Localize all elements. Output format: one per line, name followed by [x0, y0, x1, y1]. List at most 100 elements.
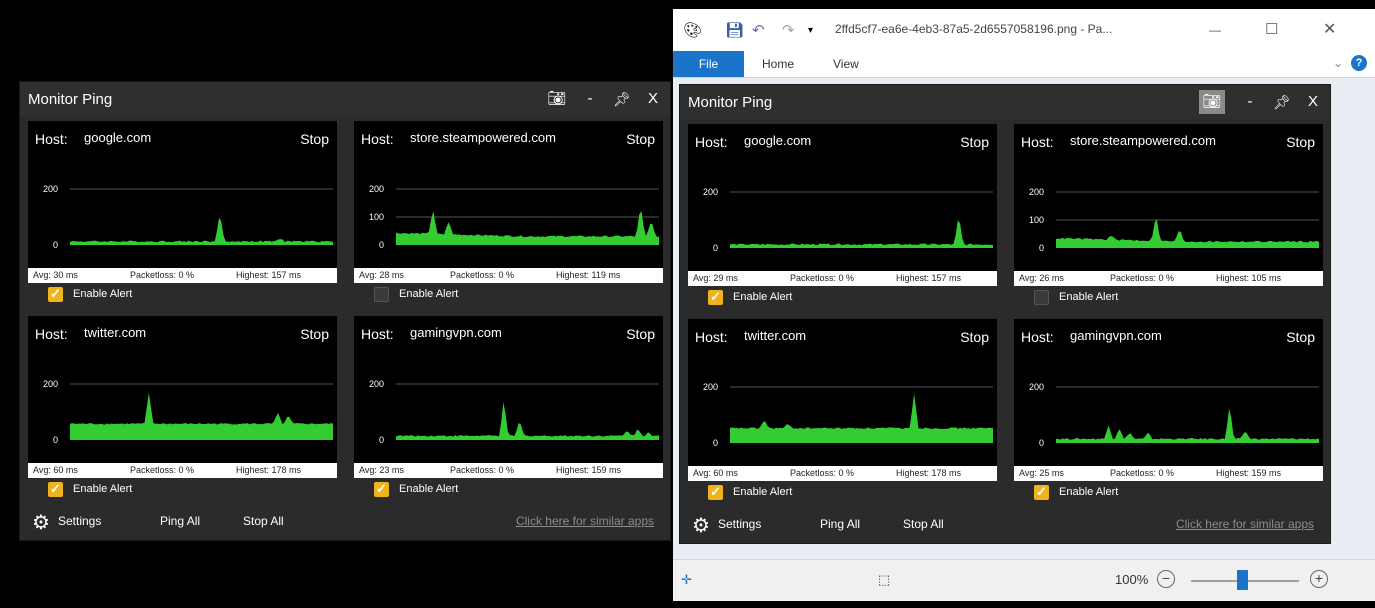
minimize-button[interactable]: - [582, 87, 598, 111]
stop-button[interactable]: Stop [626, 131, 655, 147]
stop-button[interactable]: Stop [300, 131, 329, 147]
pin-icon[interactable]: 📌︎ [1273, 90, 1291, 114]
ping-graph: 200 0 Host: twitter.com Stop [28, 316, 337, 463]
ping-panel: 200 0 Host: twitter.com Stop Avg: 60 ms P… [688, 319, 997, 513]
avg-value: Avg: 30 ms [33, 270, 78, 280]
enable-alert-label: Enable Alert [73, 483, 133, 495]
zoom-out-button[interactable]: − [1157, 570, 1175, 588]
axis-tick-label: 0 [53, 240, 58, 250]
tab-home[interactable]: Home [762, 57, 794, 71]
stop-button[interactable]: Stop [1286, 329, 1315, 345]
zoom-in-button[interactable]: + [1310, 570, 1328, 588]
enable-alert-label: Enable Alert [733, 486, 793, 498]
axis-tick-label: 0 [53, 435, 58, 445]
ping-graph: 200 100 0 Host: store.steampowered.com Sto… [354, 121, 663, 268]
enable-alert-checkbox[interactable] [1034, 290, 1049, 305]
host-label: Host: [361, 131, 394, 147]
minimize-button[interactable]: — [1209, 23, 1221, 37]
window-title: 2ffd5cf7-ea6e-4eb3-87a5-2d6557058196.png… [835, 22, 1113, 36]
zoom-level: 100% [1115, 572, 1149, 587]
axis-tick-label: 100 [1029, 215, 1044, 225]
paint-app-icon[interactable]: 🎨︎ [683, 21, 702, 39]
enable-alert-checkbox[interactable] [708, 289, 723, 305]
close-button[interactable]: X [645, 87, 661, 111]
axis-tick-label: 200 [43, 379, 58, 389]
paint-window: 🎨︎ 💾︎ ↶ ↷ ▾ 2ffd5cf7-ea6e-4eb3-87a5-2d65… [673, 9, 1375, 601]
ping-series-area [1056, 219, 1319, 248]
enable-alert-label: Enable Alert [1059, 486, 1119, 498]
enable-alert-checkbox[interactable] [374, 481, 389, 497]
highest-value: Highest: 157 ms [236, 270, 302, 280]
enable-alert-checkbox[interactable] [48, 286, 63, 302]
enable-alert-checkbox[interactable] [374, 287, 389, 302]
packetloss-value: Packetloss: 0 % [450, 270, 515, 280]
highest-value: Highest: 157 ms [896, 273, 962, 283]
enable-alert-checkbox[interactable] [1034, 484, 1049, 500]
ping-graph-plot: 2000 [369, 379, 659, 445]
minimize-button[interactable]: - [1242, 90, 1258, 114]
enable-alert-checkbox[interactable] [48, 481, 63, 497]
monitor-ping-window: Monitor Ping 📷︎ - 📌︎ X 200 0 Host: google… [19, 81, 671, 541]
packetloss-value: Packetloss: 0 % [1110, 273, 1175, 283]
axis-tick-label: 100 [369, 212, 384, 222]
packetloss-value: Packetloss: 0 % [450, 465, 515, 475]
avg-value: Avg: 25 ms [1019, 468, 1064, 478]
host-label: Host: [361, 326, 394, 342]
undo-icon[interactable]: ↶ [752, 21, 765, 39]
host-label: Host: [695, 329, 728, 345]
maximize-button[interactable]: ☐ [1265, 20, 1278, 38]
close-button[interactable]: ✕ [1323, 19, 1336, 39]
ping-all-button[interactable]: Ping All [820, 517, 860, 531]
host-label: Host: [35, 326, 68, 342]
similar-apps-link[interactable]: Click here for similar apps [516, 514, 654, 528]
stats-bar: Avg: 29 ms Packetloss: 0 % Highest: 157 … [688, 271, 997, 286]
close-button[interactable]: X [1305, 90, 1321, 114]
similar-apps-link[interactable]: Click here for similar apps [1176, 517, 1314, 531]
gear-icon[interactable]: ⚙ [692, 513, 710, 538]
avg-value: Avg: 29 ms [693, 273, 738, 283]
bottom-bar: ⚙ Settings Ping All Stop All Click here … [20, 502, 670, 540]
enable-alert-checkbox[interactable] [708, 484, 723, 500]
stats-bar: Avg: 60 ms Packetloss: 0 % Highest: 178 … [688, 466, 997, 481]
stop-button[interactable]: Stop [960, 329, 989, 345]
settings-button[interactable]: Settings [58, 514, 101, 528]
tab-file[interactable]: File [673, 51, 744, 77]
enable-alert-label: Enable Alert [399, 483, 459, 495]
axis-tick-label: 0 [379, 240, 384, 250]
stop-button[interactable]: Stop [300, 326, 329, 342]
save-icon[interactable]: 💾︎ [725, 21, 744, 39]
monitor-ping-window: Monitor Ping 📷︎ - 📌︎ X 200 0 Host: google… [679, 84, 1331, 544]
ping-panel: 200 0 Host: twitter.com Stop Avg: 60 ms P… [28, 316, 337, 510]
camera-icon[interactable]: 📷︎ [544, 87, 570, 111]
ping-panel: 200 100 0 Host: store.steampowered.com Sto… [354, 121, 663, 315]
help-icon[interactable]: ? [1351, 55, 1367, 71]
move-cursor-icon: ✛ [681, 572, 692, 587]
camera-icon[interactable]: 📷︎ [1199, 90, 1225, 114]
redo-icon[interactable]: ↷ [782, 21, 795, 39]
stop-all-button[interactable]: Stop All [903, 517, 944, 531]
ping-graph: 200 0 Host: gamingvpn.com Stop [1014, 319, 1323, 466]
axis-tick-label: 200 [703, 187, 718, 197]
enable-alert-label: Enable Alert [1059, 291, 1119, 303]
host-label: Host: [695, 134, 728, 150]
ping-all-button[interactable]: Ping All [160, 514, 200, 528]
ping-panel: 200 100 0 Host: store.steampowered.com Sto… [1014, 124, 1323, 318]
window-title: Monitor Ping [28, 91, 113, 108]
stop-all-button[interactable]: Stop All [243, 514, 284, 528]
settings-button[interactable]: Settings [718, 517, 761, 531]
packetloss-value: Packetloss: 0 % [790, 468, 855, 478]
chevron-down-icon[interactable]: ⌄ [1333, 56, 1343, 70]
window-title: Monitor Ping [688, 94, 773, 111]
gear-icon[interactable]: ⚙ [32, 510, 50, 535]
zoom-slider-thumb[interactable] [1237, 570, 1248, 590]
ping-series-area [70, 217, 333, 245]
stop-button[interactable]: Stop [626, 326, 655, 342]
customize-dropdown-icon[interactable]: ▾ [808, 25, 813, 36]
host-name: gamingvpn.com [410, 325, 502, 340]
tab-view[interactable]: View [833, 57, 859, 71]
pin-icon[interactable]: 📌︎ [613, 87, 631, 111]
stop-button[interactable]: Stop [960, 134, 989, 150]
ping-graph: 200 100 0 Host: store.steampowered.com Sto… [1014, 124, 1323, 271]
stop-button[interactable]: Stop [1286, 134, 1315, 150]
ping-series-area [70, 392, 333, 440]
